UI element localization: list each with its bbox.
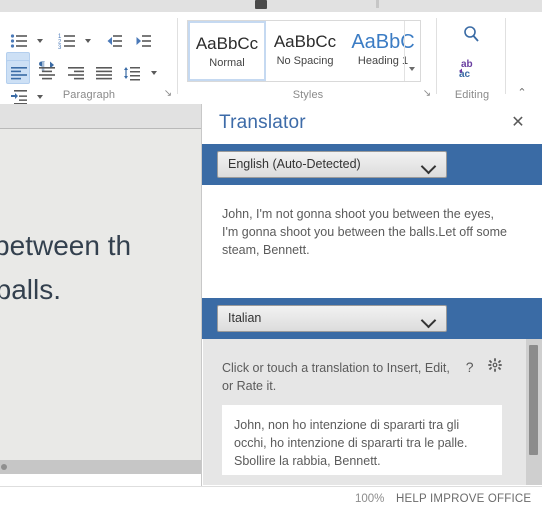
tab-divider	[376, 0, 379, 8]
styles-dialog-launcher[interactable]: ↘	[421, 88, 433, 100]
scrollbar-handle[interactable]	[1, 464, 7, 470]
document-text: ot you between th en the balls. nett.	[0, 224, 210, 360]
line-spacing-dropdown-caret[interactable]	[148, 60, 160, 84]
translation-result-card[interactable]: John, non ho intenzione di spararti tra …	[222, 405, 502, 475]
paragraph-group-label: Paragraph	[62, 89, 116, 101]
bullets-dropdown-caret[interactable]	[34, 28, 46, 52]
style-sample-text: AaBbCc	[273, 32, 337, 51]
justify-icon[interactable]	[91, 60, 115, 84]
gear-icon[interactable]	[484, 356, 506, 378]
translator-title: Translator	[219, 112, 306, 133]
group-separator	[505, 18, 506, 94]
source-language-band: English (Auto-Detected)	[202, 144, 542, 185]
increase-indent-icon[interactable]	[130, 28, 154, 52]
help-icon[interactable]: ?	[459, 356, 481, 378]
editing-group-label: Editing	[454, 89, 490, 101]
ribbon-group-paragraph: 1 2 3 ¶ Paragraph ↘	[0, 12, 178, 105]
document-line: en the balls.	[0, 274, 61, 305]
ribbon: 1 2 3 ¶ Paragraph ↘ AaBbCc Normal AaBbCc…	[0, 12, 542, 105]
chevron-down-icon	[420, 312, 437, 329]
document-page[interactable]: ot you between th en the balls. nett.	[0, 129, 201, 460]
styles-gallery-more-button[interactable]	[404, 21, 420, 81]
replace-icon[interactable]: ab ac	[456, 56, 488, 84]
style-name-text: Normal	[209, 57, 245, 69]
align-right-icon[interactable]	[63, 60, 87, 84]
help-improve-office-link[interactable]: HELP IMPROVE OFFICE	[396, 493, 531, 505]
translation-text: John, non ho intenzione di spararti tra …	[234, 418, 468, 468]
align-left-icon[interactable]	[6, 60, 30, 84]
document-horizontal-scrollbar[interactable]	[0, 460, 201, 474]
target-language-band: Italian	[202, 298, 542, 339]
collapse-ribbon-button[interactable]: ⌃	[512, 86, 532, 102]
translator-actions: ?	[446, 356, 506, 378]
zoom-level[interactable]: 100%	[355, 493, 384, 505]
style-item-normal[interactable]: AaBbCc Normal	[188, 21, 266, 81]
translator-header: Translator ✕	[202, 104, 542, 144]
align-center-icon[interactable]	[34, 60, 58, 84]
paragraph-dialog-launcher[interactable]: ↘	[162, 88, 174, 100]
styles-group-label: Styles	[292, 89, 324, 101]
decrease-indent-icon[interactable]	[101, 28, 125, 52]
ribbon-group-styles: AaBbCc Normal AaBbCc No Spacing AaBbC He…	[179, 12, 437, 104]
group-separator	[436, 18, 437, 94]
target-language-select[interactable]: Italian	[217, 305, 447, 332]
translator-vertical-scrollbar[interactable]	[526, 339, 542, 485]
status-bar: 100% HELP IMPROVE OFFICE	[0, 486, 542, 513]
style-sample-text: AaBbCc	[195, 34, 259, 53]
scrollbar-thumb[interactable]	[529, 345, 538, 455]
search-icon[interactable]	[456, 24, 488, 52]
source-text: John, I'm not gonna shoot you between th…	[222, 207, 507, 257]
line-spacing-icon[interactable]	[119, 60, 143, 84]
document-ruler[interactable]	[0, 104, 201, 129]
style-name-text: No Spacing	[276, 55, 334, 67]
ribbon-tab-strip	[0, 0, 542, 12]
numbering-dropdown-caret[interactable]	[82, 28, 94, 52]
active-tab-indicator	[255, 0, 267, 9]
source-text-box[interactable]: John, I'm not gonna shoot you between th…	[203, 185, 542, 298]
chevron-down-icon	[420, 158, 437, 175]
source-language-value: English (Auto-Detected)	[228, 157, 361, 171]
source-language-select[interactable]: English (Auto-Detected)	[217, 151, 447, 178]
document-line: nett.	[0, 316, 210, 360]
translator-pane: Translator ✕ English (Auto-Detected) Joh…	[201, 104, 542, 486]
group-separator	[177, 18, 178, 94]
document-line: ot you between th	[0, 230, 132, 261]
close-icon[interactable]: ✕	[509, 114, 527, 132]
numbered-list-icon[interactable]: 1 2 3	[54, 28, 78, 52]
styles-gallery: AaBbCc Normal AaBbCc No Spacing AaBbC He…	[187, 20, 421, 82]
target-body: Click or touch a translation to Insert, …	[203, 339, 542, 485]
translation-hint-text: Click or touch a translation to Insert, …	[222, 361, 450, 393]
ribbon-group-editing: ab ac Editing	[438, 12, 506, 104]
document-bottom-filler	[0, 474, 201, 486]
style-item-no-spacing[interactable]: AaBbCc No Spacing	[266, 21, 344, 81]
bulleted-list-icon[interactable]	[6, 28, 30, 52]
svg-text:3: 3	[58, 45, 62, 50]
target-language-value: Italian	[228, 311, 262, 325]
